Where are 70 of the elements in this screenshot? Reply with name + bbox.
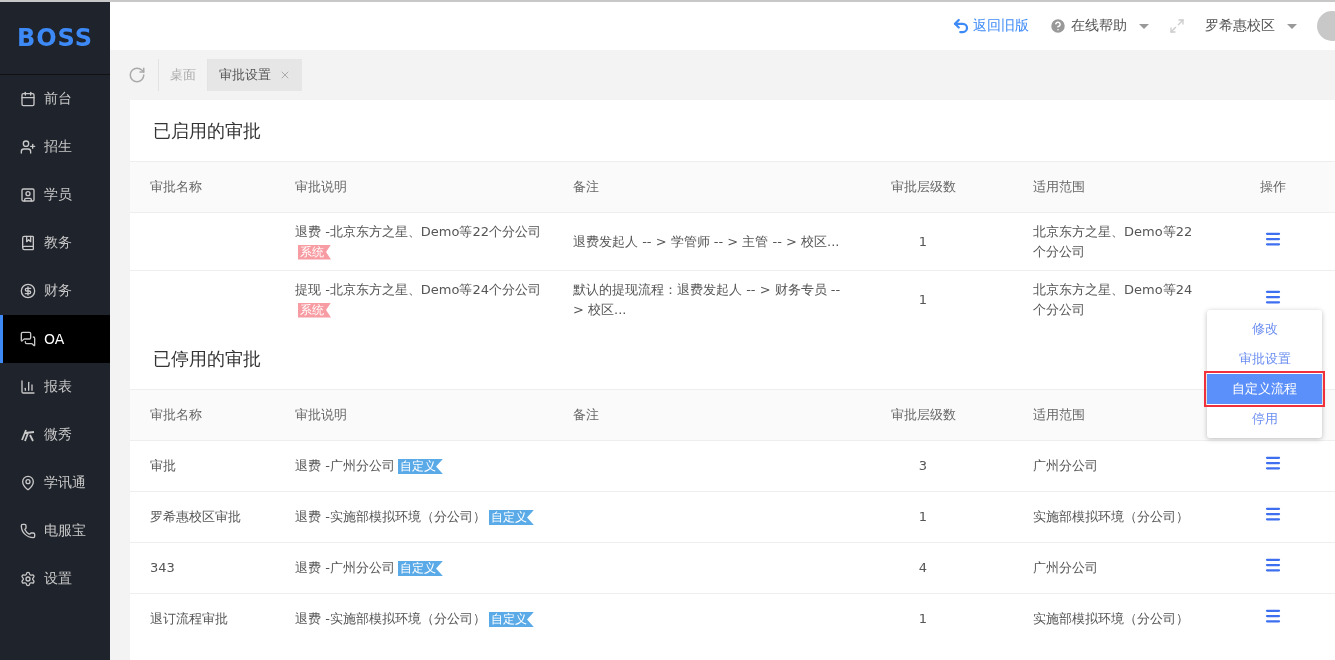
pin-icon: [20, 475, 36, 491]
sidebar-item[interactable]: 财务: [0, 267, 110, 315]
table-cell-text: 默认的提现流程：退费发起人 -- > 财务专员 --> 校区...: [573, 280, 842, 319]
table-cell-text: 广州分公司: [1033, 457, 1098, 475]
contact-card-icon: [20, 187, 36, 203]
table-cell-text: 1: [918, 232, 928, 251]
table-cell-text: 广州分公司: [1033, 559, 1098, 577]
bar-chart-icon: [20, 379, 36, 395]
table-cell: 退费 -实施部模拟环境（分公司） 自定义: [295, 507, 534, 527]
sidebar-item[interactable]: 学讯通: [0, 459, 110, 507]
column-header: 审批名称: [150, 179, 202, 194]
column-header: 适用范围: [1033, 407, 1085, 422]
sidebar-item[interactable]: 电服宝: [0, 507, 110, 555]
table-cell-text: 1: [918, 610, 928, 628]
table-cell-text: 退费 -北京东方之星、Demo等22个分公司 系统: [295, 222, 542, 262]
brush-icon: [20, 427, 36, 443]
table-cell-text: 提现 -北京东方之星、Demo等24个分公司 系统: [295, 280, 542, 320]
section-title: 已启用的审批: [153, 118, 261, 143]
table-cell: 退费 -实施部模拟环境（分公司） 自定义: [295, 609, 534, 629]
help-menu[interactable]: 在线帮助: [1049, 17, 1149, 35]
user-plus-icon: [20, 139, 36, 155]
table-cell: 退费 -广州分公司 自定义: [295, 456, 443, 476]
column-header: 备注: [573, 179, 599, 194]
column-header: 适用范围: [1033, 179, 1085, 194]
menu-icon[interactable]: [1264, 607, 1282, 625]
menu-icon[interactable]: [1264, 505, 1282, 523]
help-icon: [1049, 17, 1067, 35]
menu-icon[interactable]: [1264, 556, 1282, 574]
table-cell-text: 1: [918, 290, 928, 309]
back-link[interactable]: 返回旧版: [952, 17, 1029, 35]
sidebar-item[interactable]: 教务: [0, 219, 110, 267]
phone-icon: [20, 523, 36, 539]
table-cell-text: 北京东方之星、Demo等22个分公司: [1033, 222, 1193, 261]
column-header: 备注: [573, 407, 599, 422]
table-cell-text: 343: [150, 559, 175, 577]
sidebar-item[interactable]: 招生: [0, 123, 110, 171]
column-header: 审批说明: [295, 407, 347, 422]
column-header: 审批说明: [295, 179, 347, 194]
chat-bubbles-icon: [20, 331, 36, 347]
table-cell-text: 北京东方之星、Demo等24个分公司: [1033, 280, 1193, 319]
calendar-icon: [20, 91, 36, 107]
campus-menu[interactable]: 罗希惠校区: [1205, 17, 1297, 35]
sidebar-item[interactable]: 学员: [0, 171, 110, 219]
sidebar-item[interactable]: 报表: [0, 363, 110, 411]
undo-icon: [952, 17, 970, 35]
sidebar-item[interactable]: 设置: [0, 555, 110, 603]
table-cell-text: 实施部模拟环境（分公司）: [1033, 610, 1189, 628]
table-cell: 退费 -广州分公司 自定义: [295, 558, 443, 578]
book-icon: [20, 235, 36, 251]
sidebar-item[interactable]: OA: [0, 315, 110, 363]
table-cell-text: 退订流程审批: [150, 610, 228, 628]
sidebar-item[interactable]: 前台: [0, 75, 110, 123]
column-header: 操作: [1260, 179, 1286, 194]
tab[interactable]: 审批设置: [207, 59, 302, 91]
table-cell-text: 1: [918, 508, 928, 526]
column-header: 审批层级数: [890, 407, 956, 422]
settings-icon: [20, 571, 36, 587]
menu-icon[interactable]: [1264, 454, 1282, 472]
section-title: 已停用的审批: [153, 346, 261, 371]
table-cell-text: 退费发起人 -- > 学管师 -- > 主管 -- > 校区...: [573, 232, 840, 251]
table-cell-text: 审批: [150, 457, 176, 475]
sidebar-item[interactable]: 微秀: [0, 411, 110, 459]
table-cell-text: 3: [918, 457, 928, 475]
column-header: 审批名称: [150, 407, 202, 422]
table-cell-text: 实施部模拟环境（分公司）: [1033, 508, 1189, 526]
column-header: 审批层级数: [890, 179, 956, 194]
logo: BOSS: [16, 24, 94, 52]
table-cell-text: 4: [918, 559, 928, 577]
table-cell-text: 罗希惠校区审批: [150, 508, 241, 526]
coin-icon: [20, 283, 36, 299]
